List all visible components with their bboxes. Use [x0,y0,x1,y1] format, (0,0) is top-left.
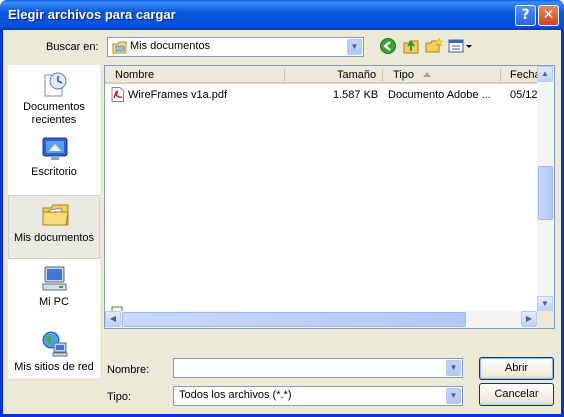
file-name-input[interactable]: ▼ [173,358,463,378]
file-list[interactable]: Nombre Tamaño Tipo Fecha WireFrames v1a.… [104,65,555,329]
my-documents-icon [42,204,69,226]
look-in-combo[interactable]: Mis documentos ▼ [107,37,364,57]
column-divider[interactable] [382,69,383,81]
file-type-select[interactable]: Todos los archivos (*.*) ▼ [173,386,463,406]
close-button[interactable]: ✕ [538,5,559,26]
column-name[interactable]: Nombre [115,69,154,81]
file-type: Documento Adobe ... [388,89,491,101]
sort-arrow-icon [423,72,431,77]
scroll-right-icon[interactable]: ▶ [521,311,537,327]
chevron-down-icon[interactable]: ▼ [347,39,362,55]
look-in-label: Buscar en: [46,41,99,53]
column-type[interactable]: Tipo [393,69,414,81]
desktop-icon [42,137,68,160]
chevron-down-icon[interactable]: ▼ [446,388,461,404]
vertical-scroll-thumb[interactable] [538,166,553,220]
file-name: WireFrames v1a.pdf [128,89,228,101]
column-header-row: Nombre Tamaño Tipo Fecha [105,66,541,84]
network-places-icon [42,331,68,357]
new-folder-icon[interactable] [424,37,444,57]
places-bar: Documentos recientes Escritorio Mis docu… [8,65,100,378]
column-divider[interactable] [284,69,285,81]
look-in-value: Mis documentos [130,40,211,52]
window-title: Elegir archivos para cargar [8,7,176,22]
vertical-scrollbar[interactable]: ▲ ▼ [537,66,554,312]
file-type-value: Todos los archivos (*.*) [179,389,292,401]
place-label: Mis sitios de red [14,361,94,373]
place-desktop[interactable]: Escritorio [8,130,100,194]
up-folder-icon[interactable] [401,37,421,57]
type-label: Tipo: [107,391,132,403]
cancel-button[interactable]: Cancelar [479,383,554,406]
recent-documents-icon [44,72,67,97]
place-network[interactable]: Mis sitios de red [8,325,100,389]
place-label: Documentos recientes [23,101,85,126]
column-divider[interactable] [500,69,501,81]
column-size[interactable]: Tamaño [337,69,376,81]
file-date: 05/12 [510,89,538,101]
views-menu-icon[interactable] [448,37,474,57]
help-button[interactable]: ? [515,5,536,26]
scroll-left-icon[interactable]: ◀ [105,311,121,327]
scroll-down-icon[interactable]: ▼ [537,296,553,312]
scroll-up-icon[interactable]: ▲ [537,66,553,82]
name-label: Nombre: [107,364,150,376]
scrollbar-corner [537,311,554,328]
horizontal-scroll-thumb[interactable] [122,312,466,327]
pdf-file-icon [111,87,124,102]
dialog-body: Buscar en: Mis documentos ▼ Documentos r… [3,30,561,414]
title-bar[interactable]: Elegir archivos para cargar ? ✕ [0,0,564,30]
horizontal-scrollbar[interactable]: ◀ ▶ [105,311,538,328]
place-label: Mis documentos [13,232,95,244]
table-row[interactable]: WireFrames v1a.pdf 1.587 KB Documento Ad… [105,86,538,103]
file-size: 1.587 KB [333,89,379,101]
place-my-documents[interactable]: Mis documentos [8,195,100,259]
folder-icon [112,41,127,54]
place-recent-documents[interactable]: Documentos recientes [8,65,100,129]
my-computer-icon [42,266,67,291]
place-label: Escritorio [31,166,77,178]
place-label: Mi PC [39,296,69,308]
open-button[interactable]: Abrir [479,357,554,380]
chevron-down-icon[interactable]: ▼ [446,360,461,376]
file-dialog-window: Elegir archivos para cargar ? ✕ Buscar e… [0,0,564,417]
place-my-computer[interactable]: Mi PC [8,260,100,324]
back-icon[interactable] [378,37,398,57]
column-date[interactable]: Fecha [510,69,541,81]
